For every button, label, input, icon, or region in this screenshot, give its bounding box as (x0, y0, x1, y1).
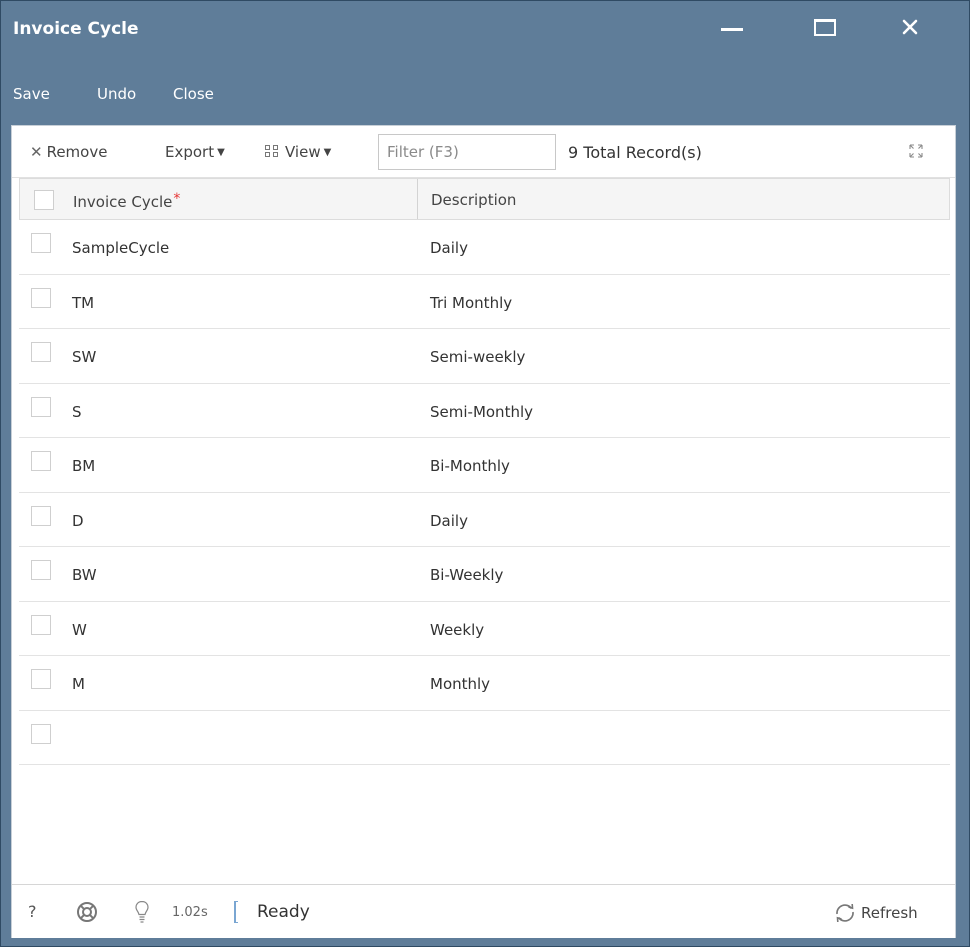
refresh-button[interactable]: Refresh (832, 900, 918, 926)
export-dropdown[interactable]: Export ▼ (165, 143, 225, 161)
filter-input[interactable] (378, 134, 556, 170)
grid-panel: ✕Remove Export▼ View▼ 9 Total Record(s) … (11, 125, 956, 938)
invoice-cycle-cell[interactable]: S (72, 403, 82, 421)
table-row[interactable]: BW Bi-Weekly (19, 547, 950, 602)
expand-icon[interactable] (908, 143, 924, 159)
table-row[interactable]: S Semi-Monthly (19, 384, 950, 438)
maximize-icon (814, 18, 836, 36)
status-bar: ? 1.02s Ready Refresh (12, 884, 955, 938)
caret-down-icon: ▼ (323, 147, 332, 158)
help-button[interactable]: ? (28, 902, 37, 921)
invoice-cycle-cell[interactable]: D (72, 512, 84, 530)
table-row[interactable]: SW Semi-weekly (19, 329, 950, 384)
lifebuoy-icon[interactable] (76, 901, 98, 923)
description-cell[interactable]: Bi-Weekly (430, 566, 503, 584)
action-bar: Save Undo Close (1, 79, 969, 113)
lightbulb-icon[interactable] (134, 900, 150, 924)
invoice-cycle-cell[interactable]: SampleCycle (72, 239, 169, 257)
row-checkbox[interactable] (31, 233, 51, 253)
invoice-cycle-header-label: Invoice Cycle (73, 193, 173, 211)
row-checkbox[interactable] (31, 505, 51, 526)
remove-label: Remove (46, 143, 108, 161)
row-checkbox[interactable] (31, 342, 51, 362)
view-label: View (285, 143, 321, 161)
view-dropdown[interactable]: View ▼ (265, 143, 331, 161)
row-checkbox[interactable] (31, 560, 51, 580)
required-marker: * (173, 191, 181, 207)
new-record-row[interactable] (19, 711, 950, 765)
export-label: Export (165, 143, 215, 161)
window-title: Invoice Cycle (13, 19, 139, 39)
description-cell[interactable]: Semi-weekly (430, 348, 525, 366)
status-divider (234, 901, 238, 923)
load-time: 1.02s (172, 905, 208, 920)
table-row[interactable]: TM Tri Monthly (19, 275, 950, 329)
close-icon (902, 19, 918, 35)
refresh-icon (836, 903, 854, 923)
save-button[interactable]: Save (13, 85, 50, 103)
maximize-button[interactable] (801, 7, 849, 47)
row-checkbox[interactable] (31, 451, 51, 471)
undo-button[interactable]: Undo (97, 85, 136, 103)
row-checkbox[interactable] (31, 287, 51, 308)
description-cell[interactable]: Bi-Monthly (430, 457, 510, 475)
row-checkbox[interactable] (31, 723, 51, 744)
total-records: 9 Total Record(s) (568, 143, 702, 162)
invoice-cycle-cell[interactable]: M (72, 675, 85, 693)
column-header-invoice-cycle[interactable]: Invoice Cycle* (73, 191, 180, 211)
table-row[interactable]: SampleCycle Daily (19, 220, 950, 275)
column-header-description[interactable]: Description (431, 191, 516, 209)
title-bar: Invoice Cycle (1, 1, 969, 61)
remove-icon: ✕ (30, 143, 43, 161)
table-row[interactable]: W Weekly (19, 602, 950, 656)
invoice-cycle-cell[interactable]: W (72, 621, 87, 639)
grid-view-icon (265, 145, 279, 158)
description-cell[interactable]: Monthly (430, 675, 490, 693)
invoice-cycle-cell[interactable]: BW (72, 566, 97, 584)
invoice-cycle-cell[interactable]: TM (72, 294, 94, 312)
grid-header: Invoice Cycle* Description (19, 178, 950, 220)
select-all-checkbox[interactable] (34, 190, 54, 210)
close-window-button[interactable] (886, 7, 934, 47)
refresh-label: Refresh (861, 904, 918, 922)
grid-toolbar: ✕Remove Export▼ View▼ 9 Total Record(s) (12, 126, 955, 178)
description-cell[interactable]: Weekly (430, 621, 484, 639)
description-cell[interactable]: Daily (430, 239, 468, 257)
invoice-cycle-cell[interactable]: SW (72, 348, 96, 366)
row-checkbox[interactable] (31, 396, 51, 417)
description-cell[interactable]: Semi-Monthly (430, 403, 533, 421)
invoice-cycle-window: Invoice Cycle Save Undo Close ✕ Remove Ex… (0, 0, 970, 947)
row-checkbox[interactable] (31, 614, 51, 635)
minimize-button[interactable] (708, 7, 756, 47)
minimize-icon (721, 27, 743, 31)
table-row[interactable]: M Monthly (19, 656, 950, 711)
invoice-cycle-cell[interactable]: BM (72, 457, 95, 475)
description-cell[interactable]: Tri Monthly (430, 294, 512, 312)
description-cell[interactable]: Daily (430, 512, 468, 530)
status-text: Ready (257, 902, 310, 922)
caret-down-icon: ▼ (217, 147, 225, 158)
grid-body: SampleCycle Daily TM Tri Monthly SW Semi… (19, 220, 950, 765)
column-divider[interactable] (417, 179, 418, 219)
remove-button[interactable]: ✕ Remove (30, 143, 107, 161)
table-row[interactable]: BM Bi-Monthly (19, 438, 950, 493)
close-button[interactable]: Close (173, 85, 214, 103)
row-checkbox[interactable] (31, 669, 51, 689)
table-row[interactable]: D Daily (19, 493, 950, 547)
